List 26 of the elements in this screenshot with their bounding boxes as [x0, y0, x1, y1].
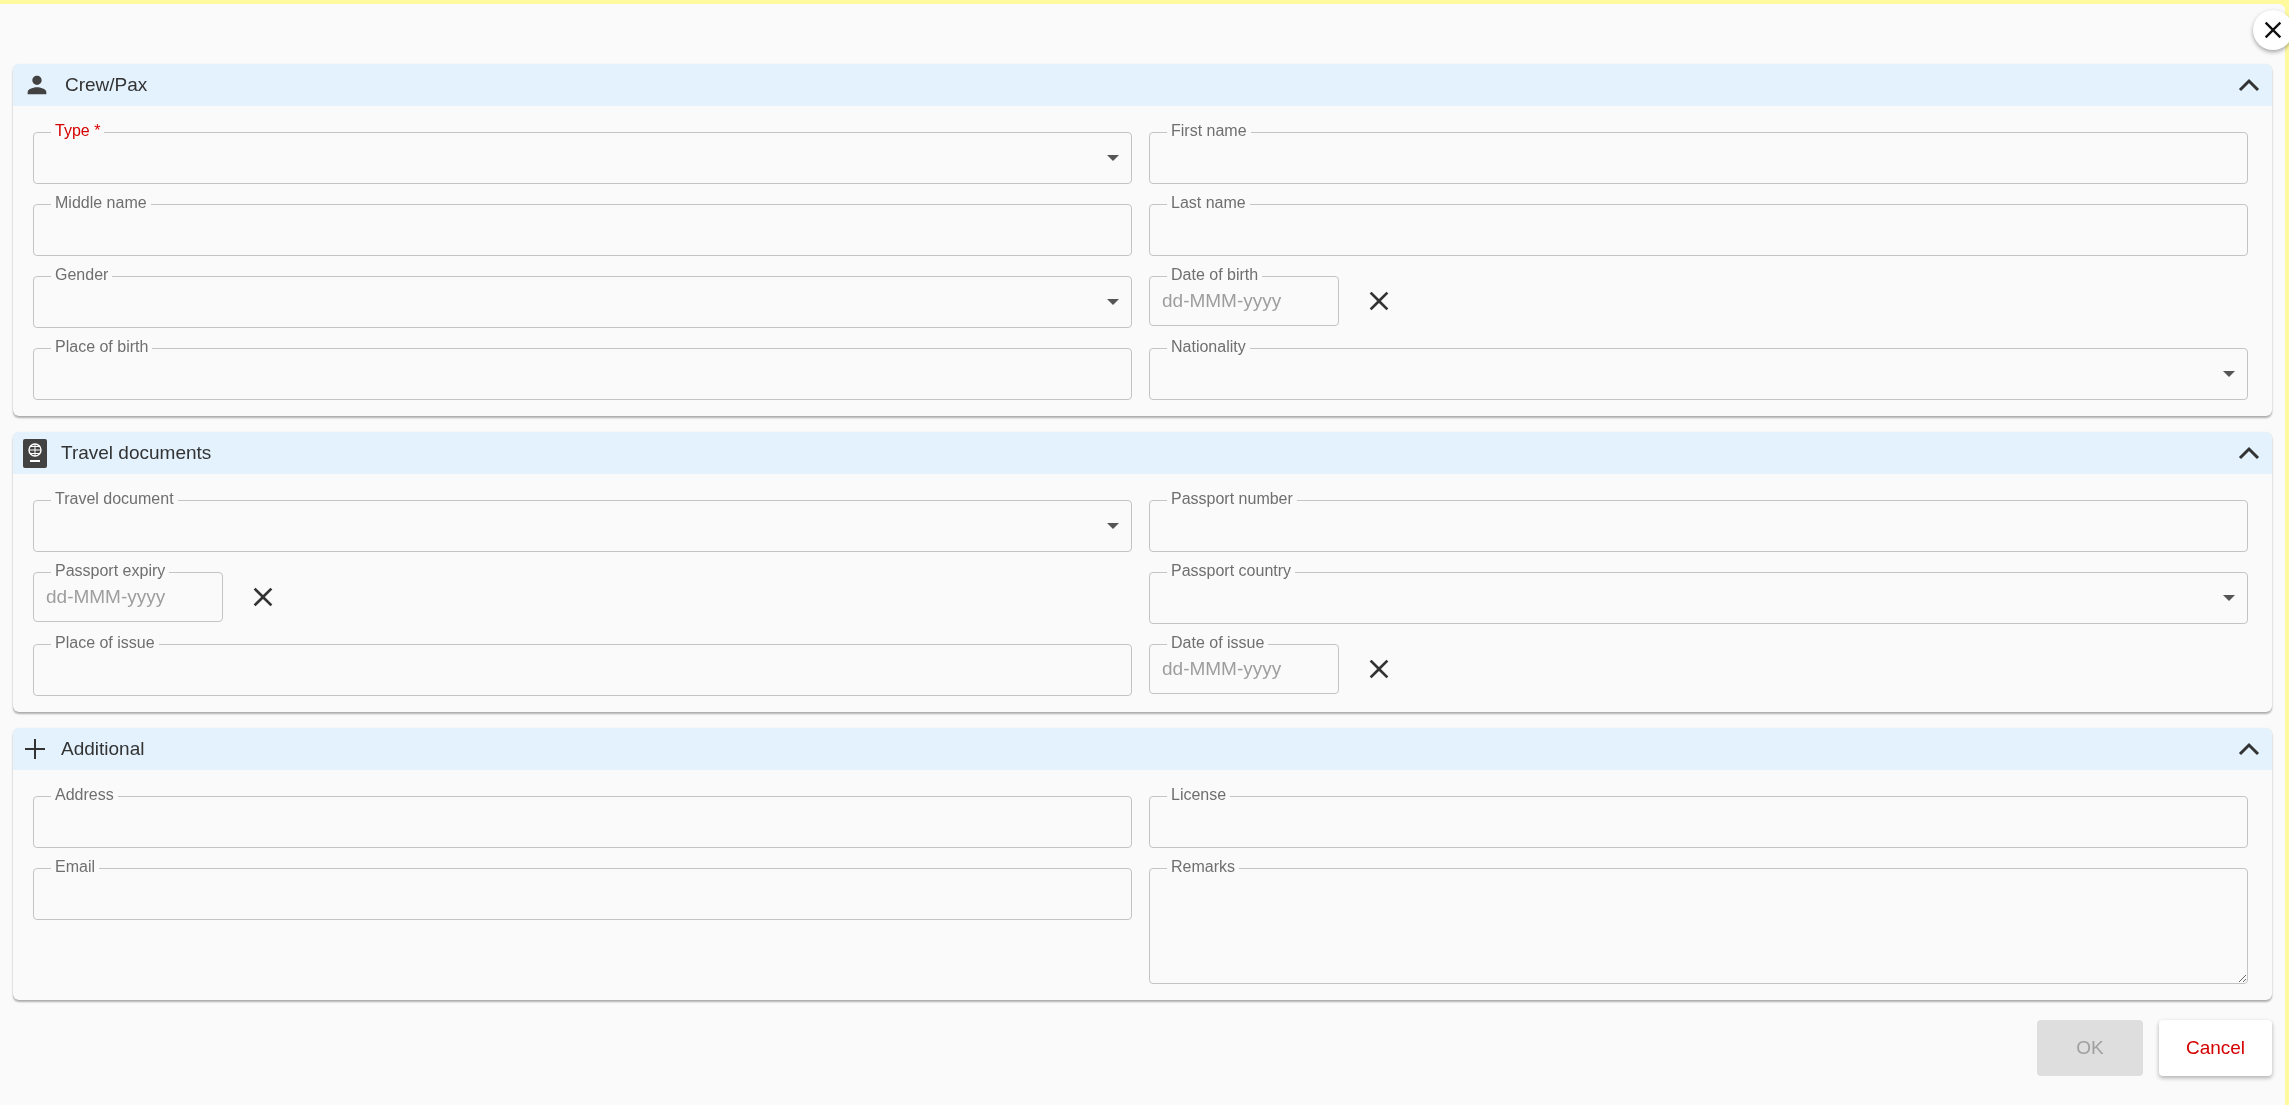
collapse-button[interactable] — [2238, 742, 2260, 756]
collapse-button[interactable] — [2238, 446, 2260, 460]
chevron-up-icon — [2238, 446, 2260, 460]
section-header[interactable]: Travel documents — [13, 432, 2272, 474]
chevron-up-icon — [2238, 78, 2260, 92]
field-label: Passport number — [1167, 489, 1297, 509]
caret-icon — [2223, 371, 2235, 377]
passport-icon — [23, 438, 47, 468]
field-label: Passport expiry — [51, 561, 170, 581]
caret-icon — [1107, 523, 1119, 529]
section-header[interactable]: Additional — [13, 728, 2272, 770]
cancel-button[interactable]: Cancel — [2159, 1020, 2272, 1076]
section-title: Additional — [61, 738, 146, 760]
section-title: Travel documents — [61, 442, 213, 464]
caret-icon — [2223, 595, 2235, 601]
caret-icon — [1107, 299, 1119, 305]
chevron-up-icon — [2238, 742, 2260, 756]
field-label: Type * — [51, 121, 105, 141]
caret-icon — [1107, 155, 1119, 161]
close-button[interactable] — [2253, 10, 2289, 50]
section-header[interactable]: Crew/Pax — [13, 64, 2272, 106]
collapse-button[interactable] — [2238, 78, 2260, 92]
section-title: Crew/Pax — [65, 74, 149, 96]
field-label: Passport country — [1167, 561, 1296, 581]
plus-icon — [23, 737, 47, 761]
field-label: Nationality — [1167, 337, 1250, 357]
